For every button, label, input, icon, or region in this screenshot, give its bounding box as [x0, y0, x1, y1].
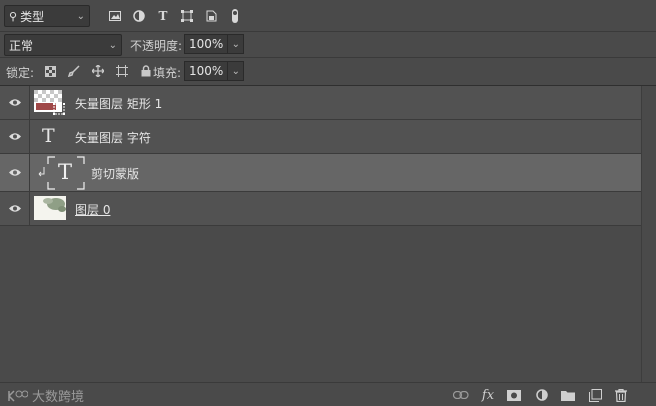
layers-list: 矢量图层 矩形 1 T 矢量图层 字符 T 剪切蒙版 图层 0 — [0, 86, 641, 226]
fill-label: 填充: — [153, 66, 182, 80]
image-filter-icon[interactable] — [106, 7, 124, 25]
watermark: 大数跨境 — [6, 386, 84, 405]
shape-filter-icon[interactable] — [178, 7, 196, 25]
eye-icon[interactable] — [0, 120, 30, 153]
eye-icon[interactable] — [0, 86, 30, 119]
layer-name[interactable]: 图层 0 — [75, 201, 110, 218]
lock-pixels-icon[interactable] — [42, 63, 58, 79]
eye-icon[interactable] — [0, 154, 30, 191]
lock-all-icon[interactable] — [138, 63, 154, 79]
lock-label: 锁定: — [6, 66, 35, 80]
new-layer-icon[interactable] — [586, 387, 604, 403]
fill-input[interactable]: 100% — [184, 61, 229, 81]
chevron-down-icon: ⌄ — [108, 39, 117, 51]
watermark-logo-icon — [8, 389, 28, 402]
layer-name[interactable]: 剪切蒙版 — [91, 165, 139, 182]
layer-filter-bar: ⚲ 类型 ⌄ T — [0, 0, 656, 32]
search-icon: ⚲ — [9, 9, 18, 23]
layers-footer: 大数跨境 fx — [0, 382, 656, 406]
lock-bar: 锁定: 填充: 100% ⌄ — [0, 58, 656, 86]
blend-mode-label: 正常 — [9, 38, 34, 53]
trash-icon[interactable] — [612, 387, 630, 403]
adjustment-icon[interactable] — [533, 387, 551, 403]
layer-row[interactable]: 矢量图层 矩形 1 — [0, 86, 641, 120]
lock-image-icon[interactable] — [66, 63, 82, 79]
filter-kind-label: 类型 — [20, 9, 45, 24]
adjustment-filter-icon[interactable] — [130, 7, 148, 25]
layer-name[interactable]: 矢量图层 字符 — [75, 129, 151, 146]
chevron-down-icon[interactable]: ⌄ — [228, 34, 245, 54]
folder-icon[interactable] — [559, 387, 577, 403]
layer-name[interactable]: 矢量图层 矩形 1 — [75, 95, 162, 112]
layer-thumbnail — [34, 196, 66, 222]
layer-thumbnail — [34, 90, 66, 116]
eye-icon[interactable] — [0, 192, 30, 225]
watermark-text: 大数跨境 — [32, 390, 85, 405]
text-layer-icon: T — [42, 125, 55, 147]
text-glyph-icon: T — [58, 160, 73, 184]
type-filter-icon[interactable]: T — [154, 7, 172, 25]
filter-kind-select[interactable]: ⚲ 类型 ⌄ — [4, 5, 90, 27]
mask-icon[interactable] — [505, 387, 523, 403]
layer-row-selected[interactable]: T 剪切蒙版 — [0, 154, 641, 192]
layer-row[interactable]: 图层 0 — [0, 192, 641, 226]
lock-artboard-icon[interactable] — [114, 63, 130, 79]
text-layer-thumbnail: T — [47, 156, 85, 190]
chevron-down-icon[interactable]: ⌄ — [228, 61, 245, 81]
layers-scrollbar[interactable] — [641, 86, 656, 382]
fx-icon[interactable]: fx — [479, 387, 497, 403]
filter-toggle-icon[interactable] — [226, 7, 244, 25]
opacity-label: 不透明度: — [130, 39, 183, 53]
opacity-input[interactable]: 100% — [184, 34, 229, 54]
blend-bar: 正常 ⌄ 不透明度: 100% ⌄ — [0, 32, 656, 58]
chevron-down-icon: ⌄ — [76, 10, 85, 22]
clipping-mask-icon — [38, 166, 46, 181]
blend-mode-select[interactable]: 正常 ⌄ — [4, 34, 122, 56]
smart-object-filter-icon[interactable] — [202, 7, 220, 25]
link-icon[interactable] — [452, 387, 470, 403]
layer-row[interactable]: T 矢量图层 字符 — [0, 120, 641, 154]
lock-position-icon[interactable] — [90, 63, 106, 79]
